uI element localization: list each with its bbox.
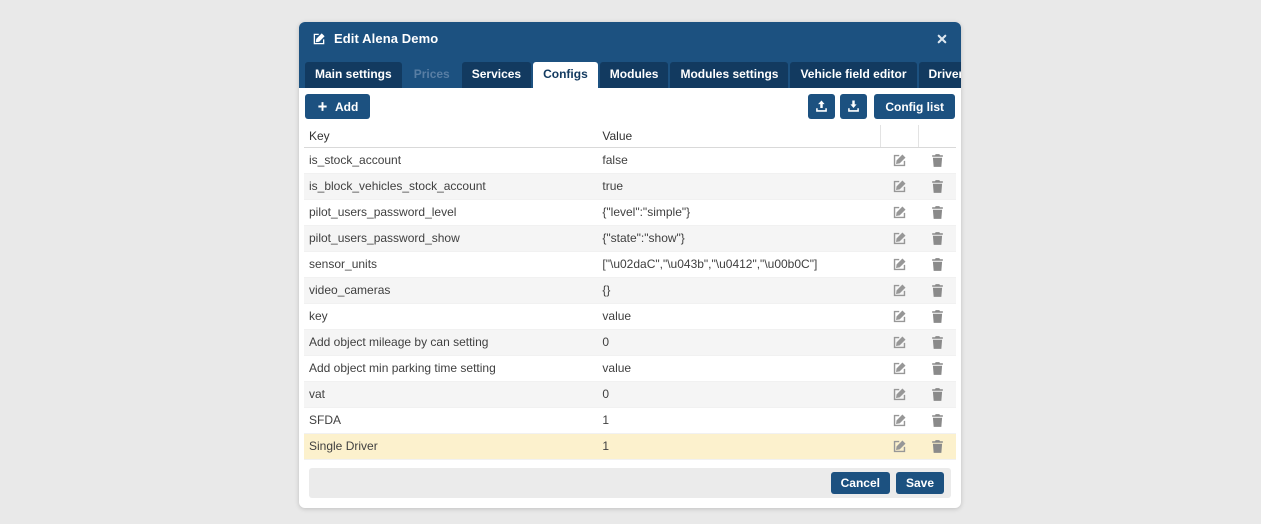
plus-icon [317, 101, 328, 112]
config-key-cell: SFDA [304, 408, 597, 434]
delete-row-button[interactable] [930, 413, 945, 428]
config-value-cell: value [597, 304, 880, 330]
delete-row-button[interactable] [930, 179, 945, 194]
table-row: SFDA 1 [304, 408, 956, 434]
table-row: vat 0 [304, 382, 956, 408]
config-value-cell: {} [597, 278, 880, 304]
tab-vehicle-field-editor[interactable]: Vehicle field editor [790, 62, 916, 88]
delete-row-button[interactable] [930, 361, 945, 376]
tab-configs[interactable]: Configs [533, 62, 598, 88]
config-value-cell: ["\u02daC","\u043b","\u0412","\u00b0C"] [597, 252, 880, 278]
config-key-cell: video_cameras [304, 278, 597, 304]
edit-account-modal: Edit Alena Demo Main settingsPricesServi… [299, 22, 961, 508]
config-key-cell: key [304, 304, 597, 330]
column-header-value: Value [597, 125, 880, 148]
tab-services[interactable]: Services [462, 62, 531, 88]
config-key-cell: Add object mileage by can setting [304, 330, 597, 356]
delete-row-button[interactable] [930, 335, 945, 350]
delete-row-button[interactable] [930, 309, 945, 324]
config-list-button[interactable]: Config list [874, 94, 955, 119]
table-row: Single Driver 1 [304, 434, 956, 460]
delete-row-button[interactable] [930, 231, 945, 246]
table-row: Add object mileage by can setting 0 [304, 330, 956, 356]
close-icon[interactable] [936, 33, 948, 45]
edit-icon [312, 32, 326, 46]
modal-title: Edit Alena Demo [334, 31, 936, 46]
config-value-cell: false [597, 148, 880, 174]
config-key-cell: Add object min parking time setting [304, 356, 597, 382]
upload-icon [815, 100, 828, 113]
table-row: pilot_users_password_level {"level":"sim… [304, 200, 956, 226]
add-button-label: Add [335, 100, 358, 114]
column-header-key: Key [304, 125, 597, 148]
delete-row-button[interactable] [930, 439, 945, 454]
download-button[interactable] [840, 94, 867, 119]
edit-row-button[interactable] [892, 413, 907, 428]
table-header-row: Key Value [304, 125, 956, 148]
column-header-edit [880, 125, 918, 148]
toolbar: Add Config list [299, 88, 961, 125]
edit-row-button[interactable] [892, 439, 907, 454]
edit-row-button[interactable] [892, 309, 907, 324]
edit-row-button[interactable] [892, 387, 907, 402]
delete-row-button[interactable] [930, 257, 945, 272]
tab-prices: Prices [404, 62, 460, 88]
add-button[interactable]: Add [305, 94, 370, 119]
config-key-cell: is_block_vehicles_stock_account [304, 174, 597, 200]
tab-bar: Main settingsPricesServicesConfigsModule… [299, 55, 961, 88]
config-key-cell: sensor_units [304, 252, 597, 278]
content-gap [299, 460, 961, 468]
table-row: pilot_users_password_show {"state":"show… [304, 226, 956, 252]
config-value-cell: 1 [597, 408, 880, 434]
table-row: is_block_vehicles_stock_account true [304, 174, 956, 200]
table-row: key value [304, 304, 956, 330]
table-row: Add object min parking time setting valu… [304, 356, 956, 382]
table-row: is_stock_account false [304, 148, 956, 174]
config-value-cell: 1 [597, 434, 880, 460]
config-value-cell: {"level":"simple"} [597, 200, 880, 226]
edit-row-button[interactable] [892, 231, 907, 246]
edit-row-button[interactable] [892, 257, 907, 272]
config-key-cell: vat [304, 382, 597, 408]
edit-row-button[interactable] [892, 205, 907, 220]
config-table-body: is_stock_account false is_block_vehicles… [304, 148, 956, 460]
edit-row-button[interactable] [892, 335, 907, 350]
modal-footer: Cancel Save [309, 468, 951, 498]
delete-row-button[interactable] [930, 387, 945, 402]
edit-row-button[interactable] [892, 153, 907, 168]
config-value-cell: true [597, 174, 880, 200]
table-row: video_cameras {} [304, 278, 956, 304]
delete-row-button[interactable] [930, 153, 945, 168]
delete-row-button[interactable] [930, 283, 945, 298]
modal-header: Edit Alena Demo [299, 22, 961, 55]
config-key-cell: pilot_users_password_show [304, 226, 597, 252]
download-icon [847, 100, 860, 113]
tab-main-settings[interactable]: Main settings [305, 62, 402, 88]
config-value-cell: {"state":"show"} [597, 226, 880, 252]
tab-modules[interactable]: Modules [600, 62, 669, 88]
config-key-cell: Single Driver [304, 434, 597, 460]
upload-button[interactable] [808, 94, 835, 119]
column-header-delete [918, 125, 956, 148]
config-table: Key Value is_stock_account false is_bloc… [299, 125, 961, 460]
config-value-cell: 0 [597, 330, 880, 356]
edit-row-button[interactable] [892, 361, 907, 376]
edit-row-button[interactable] [892, 283, 907, 298]
edit-row-button[interactable] [892, 179, 907, 194]
save-button[interactable]: Save [896, 472, 944, 494]
delete-row-button[interactable] [930, 205, 945, 220]
config-value-cell: value [597, 356, 880, 382]
config-key-cell: pilot_users_password_level [304, 200, 597, 226]
config-key-cell: is_stock_account [304, 148, 597, 174]
config-value-cell: 0 [597, 382, 880, 408]
tab-modules-settings[interactable]: Modules settings [670, 62, 788, 88]
table-row: sensor_units ["\u02daC","\u043b","\u0412… [304, 252, 956, 278]
tab-driver-field-editor[interactable]: Driver field editor [919, 62, 962, 88]
cancel-button[interactable]: Cancel [831, 472, 890, 494]
